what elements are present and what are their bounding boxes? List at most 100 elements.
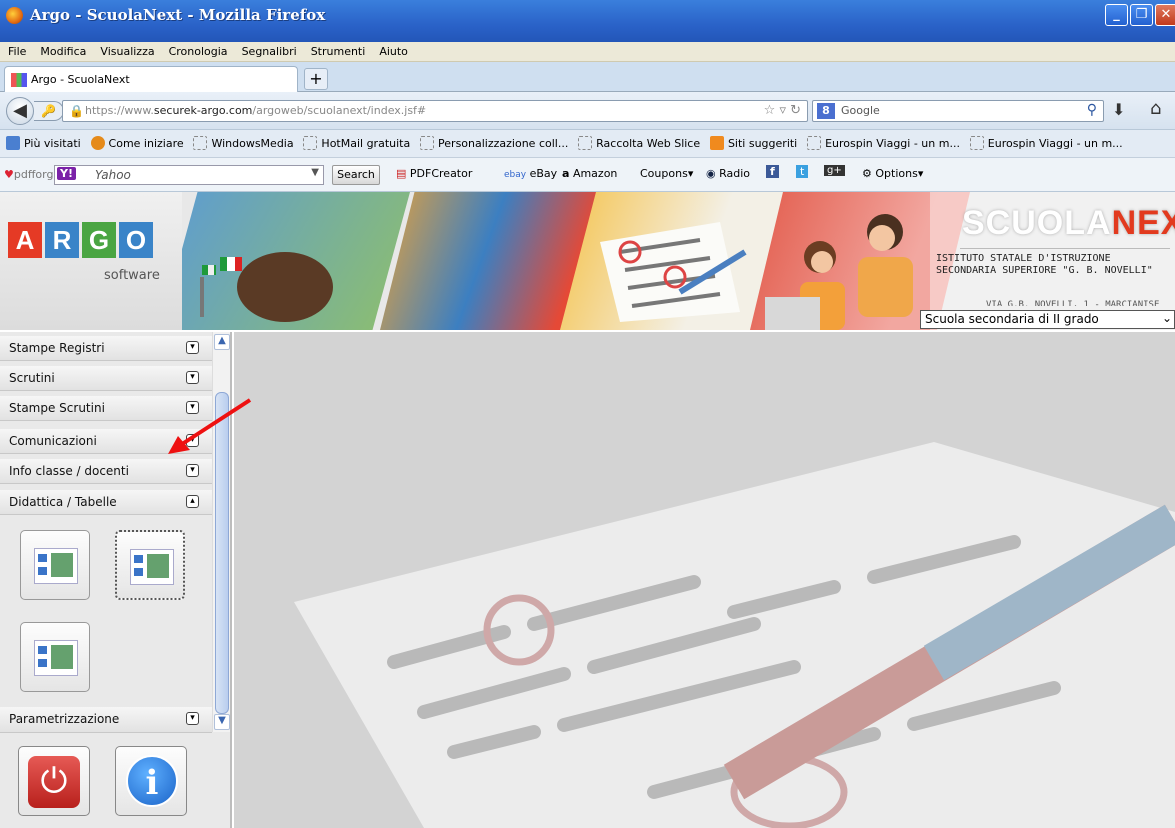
yahoo-search-input[interactable]: Y! Yahoo ▼ [54, 165, 324, 185]
expand-icon[interactable]: ▾ [186, 712, 199, 725]
school-type-select[interactable]: Scuola secondaria di II grado ⌄ [920, 310, 1175, 329]
bookmark-item[interactable]: Più visitati [6, 130, 81, 157]
options-button[interactable]: ⚙ Options▾ [862, 167, 923, 180]
bookmarks-bar: Più visitati Come iniziare WindowsMedia … [0, 130, 1175, 158]
scroll-up-icon[interactable]: ▲ [214, 334, 230, 350]
collapse-icon[interactable]: ▴ [186, 495, 199, 508]
search-box[interactable]: 8 Google ⚲ [812, 100, 1104, 122]
menu-visualizza[interactable]: Visualizza [100, 42, 154, 62]
download-icon[interactable]: ⬇ [1112, 100, 1125, 119]
menu-file[interactable]: File [8, 42, 26, 62]
divider [960, 248, 1170, 249]
title-bar: Argo - ScuolaNext - Mozilla Firefox _ ❐ … [0, 0, 1175, 42]
bookmark-item[interactable]: WindowsMedia [193, 130, 294, 157]
bookmark-item[interactable]: Eurospin Viaggi - un m... [807, 130, 960, 157]
pdfcreator-button[interactable]: ▤ PDFCreator [396, 167, 472, 180]
search-button[interactable]: Search [332, 165, 380, 185]
bookmark-item[interactable]: Siti suggeriti [709, 130, 797, 157]
institute-name: ISTITUTO STATALE D'ISTRUZIONE SECONDARIA… [936, 253, 1153, 276]
pdfforge-logo: ♥pdfforge [4, 168, 61, 181]
section-stampe-registri[interactable]: Stampe Registri ▾ [0, 336, 212, 361]
school-type-value: Scuola secondaria di II grado [925, 312, 1099, 326]
section-info-classe[interactable]: Info classe / docenti ▾ [0, 459, 212, 484]
amazon-button[interactable]: a Amazon [562, 167, 617, 180]
bookmark-item[interactable]: HotMail gratuita [303, 130, 410, 157]
table-icon [34, 548, 78, 584]
chart-icon [34, 640, 78, 676]
expand-icon[interactable]: ▾ [186, 371, 199, 384]
url-text: https://www.securek-argo.com/argoweb/scu… [85, 104, 427, 117]
close-button[interactable]: ✕ [1155, 4, 1175, 26]
facebook-icon[interactable]: f [766, 165, 779, 178]
power-icon: ⏻ [28, 756, 80, 808]
yahoo-placeholder: Yahoo [95, 168, 131, 182]
coupons-button[interactable]: Coupons▾ [640, 167, 693, 180]
firefox-icon [6, 7, 23, 24]
menu-aiuto[interactable]: Aiuto [379, 42, 408, 62]
menu-modifica[interactable]: Modifica [40, 42, 86, 62]
logo-subtitle: software [104, 268, 160, 283]
tab-label: Argo - ScuolaNext [31, 73, 130, 86]
scuolanext-logo: SCUOLANEXT [962, 204, 1175, 242]
yahoo-icon: Y! [57, 167, 76, 180]
table-icon [130, 549, 174, 585]
bookmark-star-icon[interactable]: ☆ ▿ ↻ [764, 103, 801, 118]
logout-button[interactable]: ⏻ [18, 746, 90, 816]
tab-argo[interactable]: Argo - ScuolaNext [4, 66, 298, 92]
section-didattica-tabelle[interactable]: Didattica / Tabelle ▴ [0, 490, 212, 515]
twitter-icon[interactable]: t [796, 165, 809, 178]
googleplus-icon[interactable]: g+ [824, 165, 845, 176]
minimize-button[interactable]: _ [1105, 4, 1128, 26]
pdfforge-toolbar: ♥pdfforge Y! Yahoo ▼ Search ▤ PDFCreator… [0, 158, 1175, 192]
maximize-button[interactable]: ❐ [1130, 4, 1153, 26]
lock-icon: 🔒 [69, 104, 84, 118]
menu-strumenti[interactable]: Strumenti [311, 42, 366, 62]
argo-letter: G [82, 222, 116, 258]
bookmark-item[interactable]: Come iniziare [90, 130, 184, 157]
identity-button[interactable]: 🔑 [34, 101, 64, 121]
window-title: Argo - ScuolaNext - Mozilla Firefox [30, 6, 326, 24]
bookmark-item[interactable]: Eurospin Viaggi - un m... [969, 130, 1123, 157]
info-button[interactable]: i [115, 746, 187, 816]
didattica-tile-1[interactable] [20, 530, 90, 600]
expand-icon[interactable]: ▾ [186, 464, 199, 477]
tab-strip: Argo - ScuolaNext + [0, 62, 1175, 92]
institute-address: VIA G.B. NOVELLI, 1 - MARCIANISE [986, 300, 1160, 306]
search-engine-label: Google [841, 104, 880, 117]
firefox-window: Argo - ScuolaNext - Mozilla Firefox _ ❐ … [0, 0, 1175, 828]
paper-illustration [600, 222, 747, 322]
info-icon: i [126, 755, 178, 807]
url-bar[interactable]: 🔒 https://www.securek-argo.com/argoweb/s… [62, 100, 808, 122]
students-illustration [765, 214, 913, 330]
argo-logo: A R G O software [0, 192, 182, 330]
bookmark-item[interactable]: Raccolta Web Slice [578, 130, 700, 157]
sidebar-scrollbar[interactable]: ▲ ▼ [212, 332, 230, 732]
section-scrutini[interactable]: Scrutini ▾ [0, 366, 212, 391]
chevron-down-icon[interactable]: ▼ [311, 167, 319, 178]
ebay-button[interactable]: ebay eBay [504, 167, 557, 180]
favicon-icon [11, 73, 27, 87]
magnifier-icon[interactable]: ⚲ [1087, 102, 1097, 118]
home-icon[interactable]: ⌂ [1150, 98, 1161, 119]
navigation-bar: ◀ 🔑 🔒 https://www.securek-argo.com/argow… [0, 92, 1175, 130]
back-button[interactable]: ◀ [6, 97, 34, 125]
bookmark-item[interactable]: Personalizzazione coll... [420, 130, 568, 157]
argo-letter: R [45, 222, 79, 258]
argo-letter: O [119, 222, 153, 258]
bag-illustration [200, 252, 333, 322]
background-watermark [294, 442, 1175, 828]
expand-icon[interactable]: ▾ [186, 341, 199, 354]
red-arrow-annotation [168, 398, 252, 454]
chevron-down-icon: ⌄ [1161, 311, 1172, 325]
section-parametrizzazione[interactable]: Parametrizzazione ▾ [0, 707, 212, 733]
scroll-down-icon[interactable]: ▼ [214, 714, 230, 730]
menu-bar: File Modifica Visualizza Cronologia Segnalib… [0, 42, 1175, 62]
google-icon: 8 [817, 103, 835, 119]
new-tab-button[interactable]: + [304, 68, 328, 90]
argo-letter: A [8, 222, 42, 258]
radio-button[interactable]: ◉ Radio [706, 167, 750, 180]
menu-segnalibri[interactable]: Segnalibri [242, 42, 297, 62]
didattica-tile-2[interactable] [115, 530, 185, 600]
didattica-tile-3[interactable] [20, 622, 90, 692]
menu-cronologia[interactable]: Cronologia [169, 42, 228, 62]
